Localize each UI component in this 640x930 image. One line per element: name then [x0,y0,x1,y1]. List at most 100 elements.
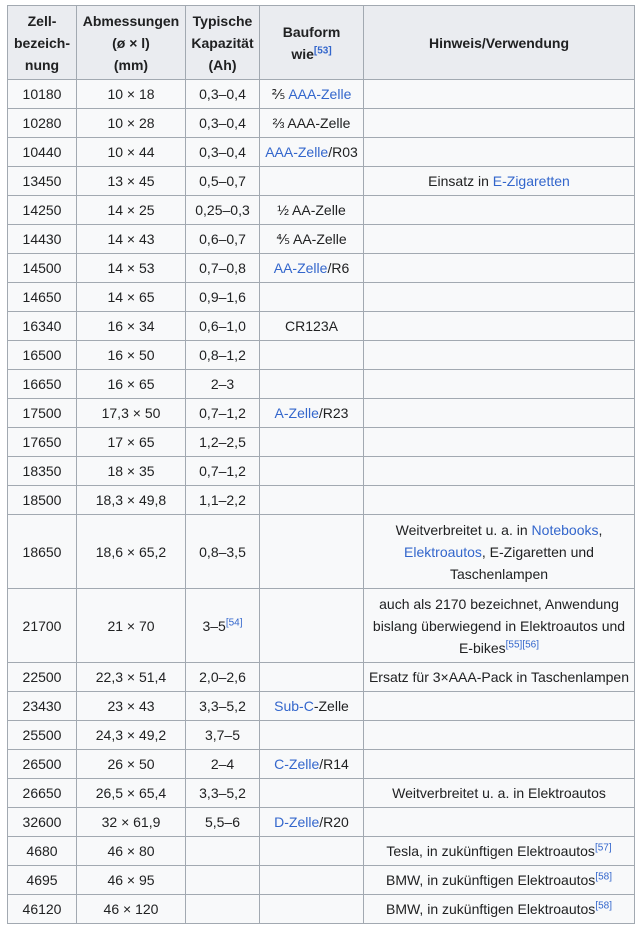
cell-form: AAA-Zelle/R03 [259,137,364,167]
form-link[interactable]: Sub-C [274,698,314,714]
form-link[interactable]: C-Zelle [274,756,319,772]
reference-link[interactable]: [57] [595,842,612,853]
form-text: /R14 [319,756,349,772]
form-link[interactable]: A-Zelle [275,405,319,421]
cell-form [259,485,364,515]
form-link[interactable]: AA-Zelle [274,260,328,276]
reference-link[interactable]: [55] [506,639,523,650]
cell-dimensions: 18 × 35 [76,456,186,486]
header-cell-form[interactable]: Bauform wie[53] [259,5,364,80]
cell-dimensions: 10 × 44 [76,137,186,167]
cell-text: 13450 [22,173,62,189]
header-text: Zell- [27,12,57,29]
header-cell-usage[interactable]: Hinweis/Verwendung [363,5,635,80]
cell-usage [363,282,635,312]
cell-text: 0,3–0,4 [199,115,246,131]
cell-dimensions: 46 × 120 [76,894,186,924]
cell-usage [363,749,635,779]
table-row: 26500 26 × 50 2–4 C-Zelle/R14 [7,749,635,779]
cell-dimensions: 16 × 34 [76,311,186,341]
cell-text: 16 × 34 [107,318,155,334]
note-text: BMW, in zukünftigen Elektroautos [385,901,596,917]
cell-usage [363,720,635,750]
cell-capacity: 0,9–1,6 [185,282,260,312]
cell-form: ⅔ AAA-Zelle [259,108,364,138]
cell-dimensions: 21 × 70 [76,588,186,663]
note-text: Weitverbreitet u. a. in Elektroautos [392,785,606,801]
header-text: bezeich- [13,34,70,51]
cell-text: 46120 [22,901,62,917]
note-text: , [598,521,603,538]
reference-link[interactable]: [58] [595,871,612,882]
header-text: nung [24,56,60,73]
cell-text: 2,0–2,6 [199,669,246,685]
note-text: Ersatz für 3×AAA-Pack in Taschenlampen [368,669,630,685]
header-text: (Ah) [208,56,237,73]
cell-form [259,865,364,895]
cell-text: 24,3 × 49,2 [95,727,167,743]
cell-text: 26650 [22,785,62,801]
cell-dimensions: 46 × 95 [76,865,186,895]
reference-link[interactable]: [58] [595,900,612,911]
table-row: 32600 32 × 61,9 5,5–6 D-Zelle/R20 [7,807,635,837]
note-link[interactable]: Elektroautos [404,544,482,560]
cell-text: 0,9–1,6 [199,289,246,305]
cell-capacity: 0,8–3,5 [185,514,260,589]
cell-dimensions: 24,3 × 49,2 [76,720,186,750]
cell-dimensions: 18,3 × 49,8 [76,485,186,515]
reference-link[interactable]: [53] [314,45,332,56]
header-cell-id[interactable]: Zell- bezeich- nung [7,5,77,80]
cell-id: 10280 [7,108,77,138]
form-link[interactable]: D-Zelle [274,814,319,830]
cell-capacity: 2,0–2,6 [185,662,260,692]
cell-capacity: 0,7–0,8 [185,253,260,283]
form-link[interactable]: AAA-Zelle [265,144,328,160]
cell-dimensions: 16 × 65 [76,369,186,399]
form-text: /R6 [327,260,350,276]
cell-text: 25500 [22,727,62,743]
cell-usage: Ersatz für 3×AAA-Pack in Taschenlampen [363,662,635,692]
cell-text: 0,7–1,2 [199,463,246,479]
form-link[interactable]: AAA-Zelle [288,86,351,102]
cell-text: 17500 [22,405,62,421]
cell-form [259,282,364,312]
header-cell-capacity[interactable]: Typische Kapazität (Ah) [185,5,260,80]
cell-form: Sub-C-Zelle [259,691,364,721]
note-text: Weitverbreitet u. a. in [395,521,532,538]
header-text: Hinweis/Verwendung [428,34,570,51]
cell-id: 4680 [7,836,77,866]
cell-text: 26500 [22,756,62,772]
cell-text: 3,7–5 [204,727,241,743]
cell-dimensions: 10 × 18 [76,79,186,109]
cell-text: 26,5 × 65,4 [95,785,167,801]
header-text: Typische [192,12,253,29]
cell-capacity: 0,8–1,2 [185,340,260,370]
header-row: Zell- bezeich- nung Abmessungen (ø × l) … [7,5,635,80]
cell-text: 14500 [22,260,62,276]
cell-form: ⅘ AA-Zelle [259,224,364,254]
reference-link[interactable]: [54] [226,617,243,628]
cell-text: 3,3–5,2 [199,785,246,801]
cell-capacity: 1,2–2,5 [185,427,260,457]
cell-dimensions: 26 × 50 [76,749,186,779]
note-link[interactable]: E-Zigaretten [493,173,570,189]
cell-usage [363,691,635,721]
cell-id: 17500 [7,398,77,428]
header-cell-dimensions[interactable]: Abmessungen (ø × l) (mm) [76,5,186,80]
cell-capacity: 0,3–0,4 [185,137,260,167]
cell-form: A-Zelle/R23 [259,398,364,428]
cell-usage [363,253,635,283]
reference-link[interactable]: [56] [522,639,539,650]
table-row: 17500 17,3 × 50 0,7–1,2 A-Zelle/R23 [7,398,635,428]
cell-text: 18500 [22,492,62,508]
cell-text: 14430 [22,231,62,247]
cell-text: 2–4 [210,756,235,772]
cell-id: 18350 [7,456,77,486]
note-link[interactable]: Notebooks [532,522,599,538]
table-row: 16650 16 × 65 2–3 [7,369,635,399]
cell-id: 16650 [7,369,77,399]
cell-text: 0,7–1,2 [199,405,246,421]
cell-usage [363,137,635,167]
table-row: 16500 16 × 50 0,8–1,2 [7,340,635,370]
header-text: (ø × l) [112,34,150,51]
